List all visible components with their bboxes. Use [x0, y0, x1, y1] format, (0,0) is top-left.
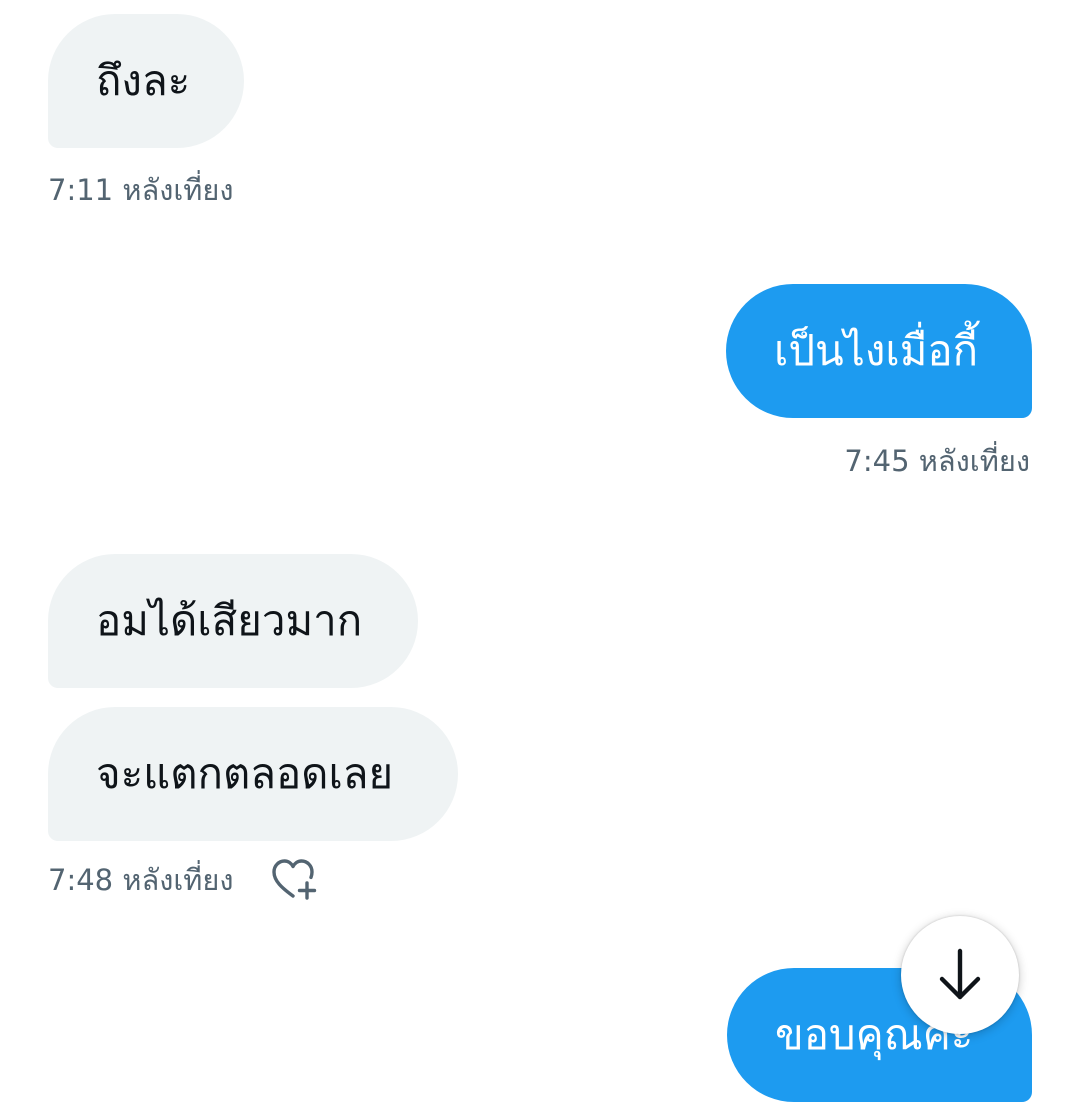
- message-text: ถึงละ: [96, 56, 191, 105]
- message-text: อมได้เสียวมาก: [96, 596, 363, 645]
- message-text: จะแตกตลอดเลย: [96, 749, 394, 798]
- message-bubble-incoming[interactable]: ถึงละ: [48, 14, 244, 148]
- message-bubble-incoming[interactable]: จะแตกตลอดเลย: [48, 707, 458, 841]
- message-bubble-incoming[interactable]: อมได้เสียวมาก: [48, 554, 418, 688]
- scroll-to-bottom-button[interactable]: [901, 916, 1019, 1034]
- message-timestamp: 7:11 หลังเที่ยง: [48, 173, 234, 207]
- heart-plus-icon[interactable]: [270, 857, 320, 901]
- message-timestamp: 7:48 หลังเที่ยง: [48, 863, 234, 897]
- message-text: เป็นไงเมื่อกี้: [774, 326, 979, 375]
- message-bubble-outgoing[interactable]: เป็นไงเมื่อกี้: [726, 284, 1032, 418]
- message-timestamp: 7:45 หลังเที่ยง: [844, 444, 1030, 478]
- arrow-down-icon: [939, 948, 981, 1000]
